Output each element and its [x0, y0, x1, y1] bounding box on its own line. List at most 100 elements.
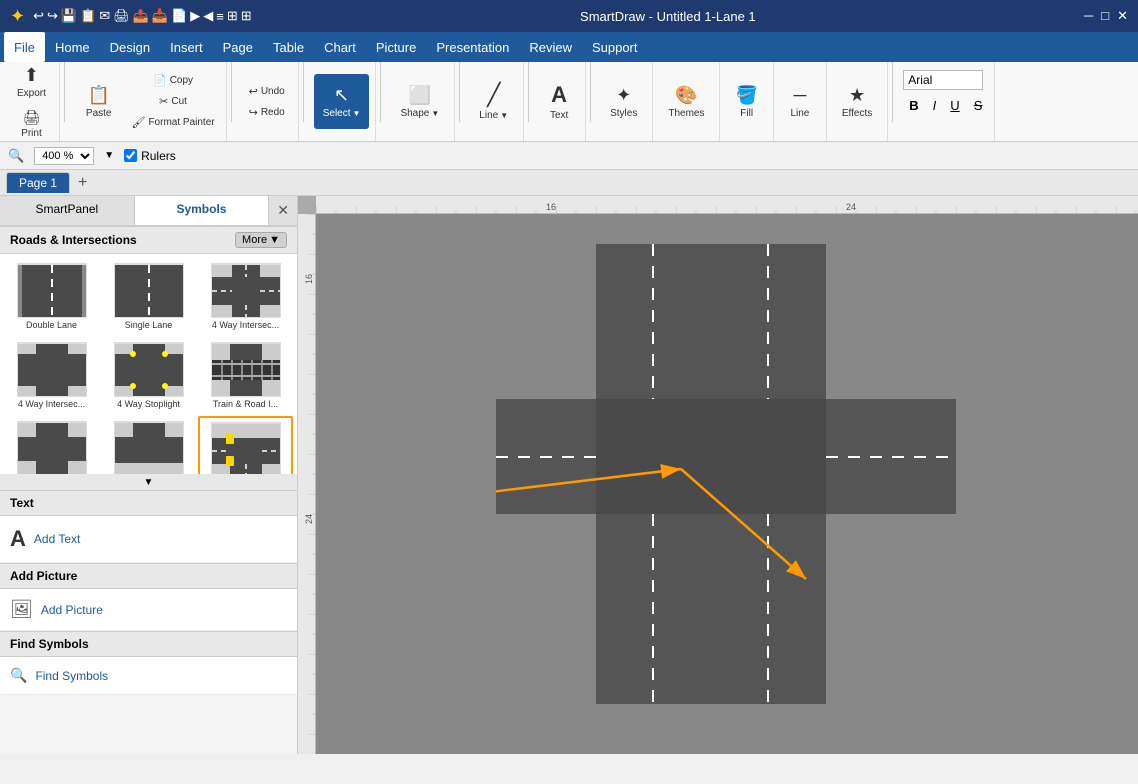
qa-box1[interactable]: ⊞ — [227, 8, 238, 24]
redo-label: Redo — [261, 107, 285, 118]
styles-button[interactable]: ✦ Styles — [601, 74, 646, 129]
shape-button[interactable]: ⬜ Shape ▼ — [391, 74, 448, 129]
rulers-checkbox[interactable] — [124, 149, 137, 162]
underline-button[interactable]: U — [944, 96, 965, 115]
menu-item-home[interactable]: Home — [45, 32, 100, 62]
effects-button[interactable]: ★ Effects — [833, 74, 881, 129]
italic-button[interactable]: I — [927, 96, 943, 115]
ruler-top-content: 16 24 — [316, 196, 1138, 213]
symbol-t-intersection-2[interactable]: T-Intersection — [198, 416, 293, 474]
zoom-dropdown-icon[interactable]: ▼ — [104, 150, 114, 161]
qa-menu[interactable]: ≡ — [216, 9, 224, 24]
add-picture-label: Add Picture — [41, 603, 103, 617]
cut-button[interactable]: ✂ Cut — [126, 92, 219, 111]
symbol-4way-1[interactable]: 4 Way Intersec... — [198, 258, 293, 335]
qa-box2[interactable]: ⊞ — [241, 8, 252, 24]
more-button[interactable]: More ▼ — [235, 232, 287, 248]
title-bar-left: ✦ ↩ ↪ 💾 📋 ✉ 🖨 📤 📥 📄 ▶ ◀ ≡ ⊞ ⊞ — [10, 6, 252, 27]
add-page-button[interactable]: + — [74, 174, 91, 192]
menu-item-table[interactable]: Table — [263, 32, 314, 62]
menu-item-insert[interactable]: Insert — [160, 32, 213, 62]
close-btn[interactable]: ✕ — [1117, 8, 1128, 24]
fill-label: Fill — [740, 108, 753, 119]
line-style-button[interactable]: ─ Line — [780, 74, 820, 129]
paste-label: Paste — [86, 108, 112, 119]
qa-back2[interactable]: ◀ — [203, 8, 213, 24]
qa-import[interactable]: 📥 — [152, 8, 168, 24]
qa-export[interactable]: 📤 — [133, 8, 149, 24]
paste-button[interactable]: 📋 Paste — [75, 72, 123, 132]
app-icon: ✦ — [10, 6, 25, 27]
qa-doc1[interactable]: 📄 — [171, 8, 187, 24]
font-row2: B I U S — [903, 96, 988, 115]
undo-label: Undo — [261, 86, 285, 97]
window-title: SmartDraw - Untitled 1-Lane 1 — [580, 9, 756, 24]
canvas-area[interactable]: 16 24 16 24 — [298, 196, 1138, 754]
fill-button[interactable]: 🪣 Fill — [726, 74, 766, 129]
line-button[interactable]: ╱ Line ▼ — [470, 74, 517, 129]
qa-save[interactable]: 💾 — [61, 8, 77, 24]
road-intersection-center — [596, 399, 826, 514]
menu-item-picture[interactable]: Picture — [366, 32, 426, 62]
font-name-input[interactable] — [903, 70, 983, 90]
menu-item-file[interactable]: File — [4, 32, 45, 62]
ruler-left-ticks-svg — [298, 214, 315, 754]
symbol-label-5: 4 Way Stoplight — [117, 399, 180, 409]
qa-back[interactable]: ↩ — [33, 8, 44, 24]
menu-item-support[interactable]: Support — [582, 32, 648, 62]
page-tab-1[interactable]: Page 1 — [6, 172, 70, 193]
menu-item-review[interactable]: Review — [519, 32, 582, 62]
menu-item-presentation[interactable]: Presentation — [426, 32, 519, 62]
page-tabs: Page 1 + — [0, 170, 1138, 196]
bold-button[interactable]: B — [903, 96, 924, 115]
left-panel: SmartPanel Symbols ✕ Roads & Intersectio… — [0, 196, 298, 754]
sep6 — [528, 62, 529, 122]
redo-button[interactable]: ↪ Redo — [242, 103, 292, 122]
symbol-4way-2[interactable]: 4 Way Intersec... — [4, 337, 99, 414]
symbols-scroll-down[interactable]: ▼ — [0, 474, 297, 490]
symbol-single-lane[interactable]: Single Lane — [101, 258, 196, 335]
symbol-intersection[interactable]: Intersection — [4, 416, 99, 474]
smartpanel-tab[interactable]: SmartPanel — [0, 196, 135, 225]
print-button[interactable]: 🖨 Print — [11, 105, 51, 143]
symbol-label-6: Train & Road I... — [213, 399, 278, 409]
symbols-tab[interactable]: Symbols — [135, 196, 270, 225]
sep8 — [892, 62, 893, 122]
format-painter-label: Format Painter — [148, 117, 214, 128]
qa-play[interactable]: ▶ — [190, 8, 200, 24]
zoom-select[interactable]: 400 % — [34, 147, 94, 165]
canvas-content[interactable] — [316, 214, 1138, 754]
copy-button[interactable]: 📄 Copy — [126, 71, 219, 90]
undo-button[interactable]: ↩ Undo — [242, 82, 292, 101]
add-text-row[interactable]: A Add Text — [10, 522, 287, 556]
symbols-scroll-container: Double Lane Single Lane — [0, 254, 297, 490]
menu-item-chart[interactable]: Chart — [314, 32, 366, 62]
maximize-btn[interactable]: □ — [1101, 8, 1109, 24]
symbol-t-intersection-1[interactable]: T-Intersection — [101, 416, 196, 474]
themes-button[interactable]: 🎨 Themes — [659, 74, 713, 129]
symbol-double-lane[interactable]: Double Lane — [4, 258, 99, 335]
menu-item-design[interactable]: Design — [100, 32, 160, 62]
qa-email[interactable]: ✉ — [99, 8, 110, 24]
format-painter-button[interactable]: 🖌 Format Painter — [126, 113, 219, 132]
qa-print[interactable]: 🖨 — [113, 8, 130, 24]
dash-h-right — [826, 456, 956, 458]
add-picture-row[interactable]: 🖼 Add Picture — [10, 595, 287, 624]
symbol-train-road[interactable]: Train & Road I... — [198, 337, 293, 414]
menu-item-page[interactable]: Page — [213, 32, 263, 62]
select-button[interactable]: ↖ Select ▼ — [314, 74, 370, 129]
minimize-btn[interactable]: ─ — [1084, 8, 1093, 24]
symbol-4way-stoplight[interactable]: 4 Way Stoplight — [101, 337, 196, 414]
effects-icon: ★ — [849, 85, 865, 106]
text-button[interactable]: A Text — [539, 74, 579, 129]
strikethrough-button[interactable]: S — [968, 96, 989, 115]
export-button[interactable]: ⬆ Export — [10, 61, 53, 103]
export-icon: ⬆ — [24, 65, 39, 86]
qa-new[interactable]: 📋 — [80, 8, 96, 24]
dash-v-bottom-left — [652, 514, 654, 704]
panel-close-button[interactable]: ✕ — [269, 196, 297, 225]
rulers-checkbox-label[interactable]: Rulers — [124, 149, 176, 163]
qa-forward[interactable]: ↪ — [47, 8, 58, 24]
copy-icon: 📄 — [153, 74, 167, 87]
find-symbols-row[interactable]: 🔍 Find Symbols — [10, 663, 287, 688]
